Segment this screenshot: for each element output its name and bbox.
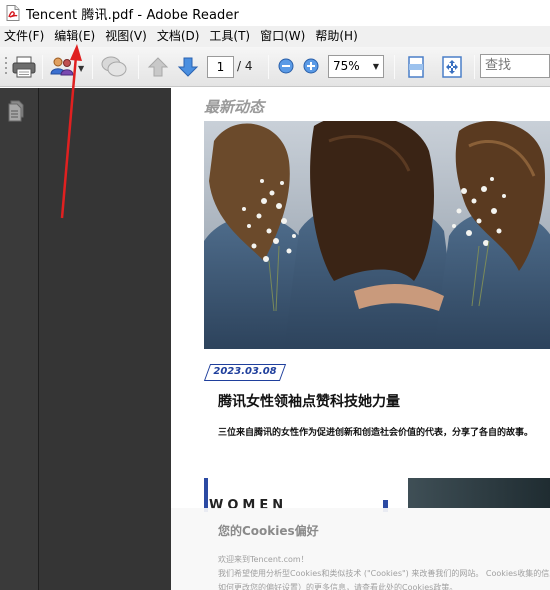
annotation-arrow-icon	[60, 44, 82, 219]
